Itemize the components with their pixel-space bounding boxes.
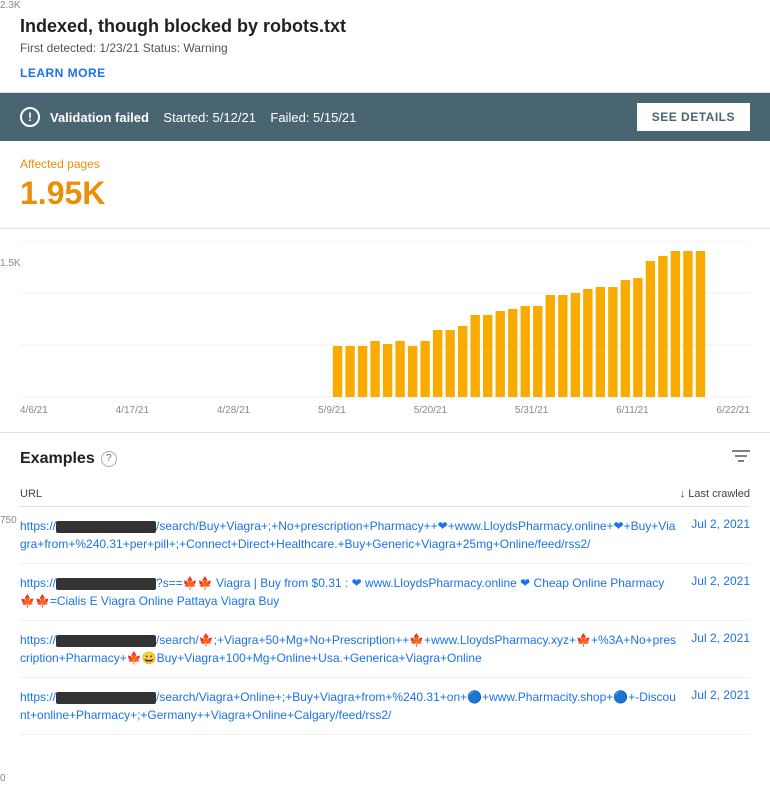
date-cell-4: Jul 2, 2021	[680, 678, 750, 735]
table-row: https:// /search/Buy+Viagra+;+No+prescri…	[20, 507, 750, 564]
url-text-2: https:// ?s==🍁🍁 Viagra | Buy from $0.31 …	[20, 576, 664, 608]
url-text-1: https:// /search/Buy+Viagra+;+No+prescri…	[20, 519, 675, 551]
bar-chart	[20, 241, 750, 401]
see-details-button[interactable]: SEE DETAILS	[637, 103, 750, 131]
url-text-3: https:// /search/🍁;+Viagra+50+Mg+No+Pres…	[20, 633, 676, 665]
affected-count: 1.95K	[20, 175, 750, 212]
table-row: https:// /search/🍁;+Viagra+50+Mg+No+Pres…	[20, 621, 750, 678]
examples-section: Examples ? URL ↓Last crawled	[0, 433, 770, 751]
url-redacted-1	[56, 521, 156, 533]
url-redacted-2	[56, 578, 156, 590]
examples-header: Examples ?	[20, 449, 750, 468]
url-column-header: URL	[20, 482, 680, 507]
y-label-bottom: 0	[0, 773, 35, 784]
validation-failed: Failed: 5/15/21	[270, 110, 356, 125]
last-crawled-header: ↓Last crawled	[680, 482, 750, 507]
page-title: Indexed, though blocked by robots.txt	[20, 16, 750, 37]
x-label-8: 6/22/21	[717, 405, 750, 416]
date-cell-1: Jul 2, 2021	[680, 507, 750, 564]
x-axis-labels: 4/6/21 4/17/21 4/28/21 5/9/21 5/20/21 5/…	[20, 405, 750, 416]
affected-label: Affected pages	[20, 157, 750, 171]
x-label-5: 5/20/21	[414, 405, 447, 416]
validation-status: Validation failed	[50, 110, 149, 125]
url-cell-1[interactable]: https:// /search/Buy+Viagra+;+No+prescri…	[20, 507, 680, 564]
url-redacted-3	[56, 635, 156, 647]
affected-section: Affected pages 1.95K	[0, 141, 770, 229]
validation-banner: ! Validation failed Started: 5/12/21 Fai…	[0, 93, 770, 141]
x-label-1: 4/6/21	[20, 405, 48, 416]
x-label-7: 6/11/21	[616, 405, 649, 416]
x-label-2: 4/17/21	[116, 405, 149, 416]
chart-section: 2.3K 1.5K 750 0	[0, 229, 770, 433]
help-icon[interactable]: ?	[101, 451, 117, 467]
header-meta: First detected: 1/23/21 Status: Warning	[20, 41, 750, 55]
date-cell-3: Jul 2, 2021	[680, 621, 750, 678]
table-row: https:// ?s==🍁🍁 Viagra | Buy from $0.31 …	[20, 564, 750, 621]
filter-icon[interactable]	[732, 449, 750, 468]
header-section: Indexed, though blocked by robots.txt Fi…	[0, 0, 770, 93]
url-cell-3[interactable]: https:// /search/🍁;+Viagra+50+Mg+No+Pres…	[20, 621, 680, 678]
y-label-top: 2.3K	[0, 0, 35, 11]
arrow-down-icon: ↓	[680, 488, 686, 500]
url-cell-4[interactable]: https:// /search/Viagra+Online+;+Buy+Via…	[20, 678, 680, 735]
date-cell-2: Jul 2, 2021	[680, 564, 750, 621]
url-cell-2[interactable]: https:// ?s==🍁🍁 Viagra | Buy from $0.31 …	[20, 564, 680, 621]
x-label-3: 4/28/21	[217, 405, 250, 416]
validation-left: ! Validation failed Started: 5/12/21 Fai…	[20, 107, 356, 127]
validation-text: Validation failed Started: 5/12/21 Faile…	[50, 110, 356, 125]
url-table: URL ↓Last crawled https:// /search/Buy+V…	[20, 482, 750, 735]
y-label-mid2: 750	[0, 515, 35, 526]
url-text-4: https:// /search/Viagra+Online+;+Buy+Via…	[20, 690, 676, 722]
validation-started: Started: 5/12/21	[163, 110, 256, 125]
table-row: https:// /search/Viagra+Online+;+Buy+Via…	[20, 678, 750, 735]
x-label-4: 5/9/21	[318, 405, 346, 416]
x-label-6: 5/31/21	[515, 405, 548, 416]
url-redacted-4	[56, 692, 156, 704]
